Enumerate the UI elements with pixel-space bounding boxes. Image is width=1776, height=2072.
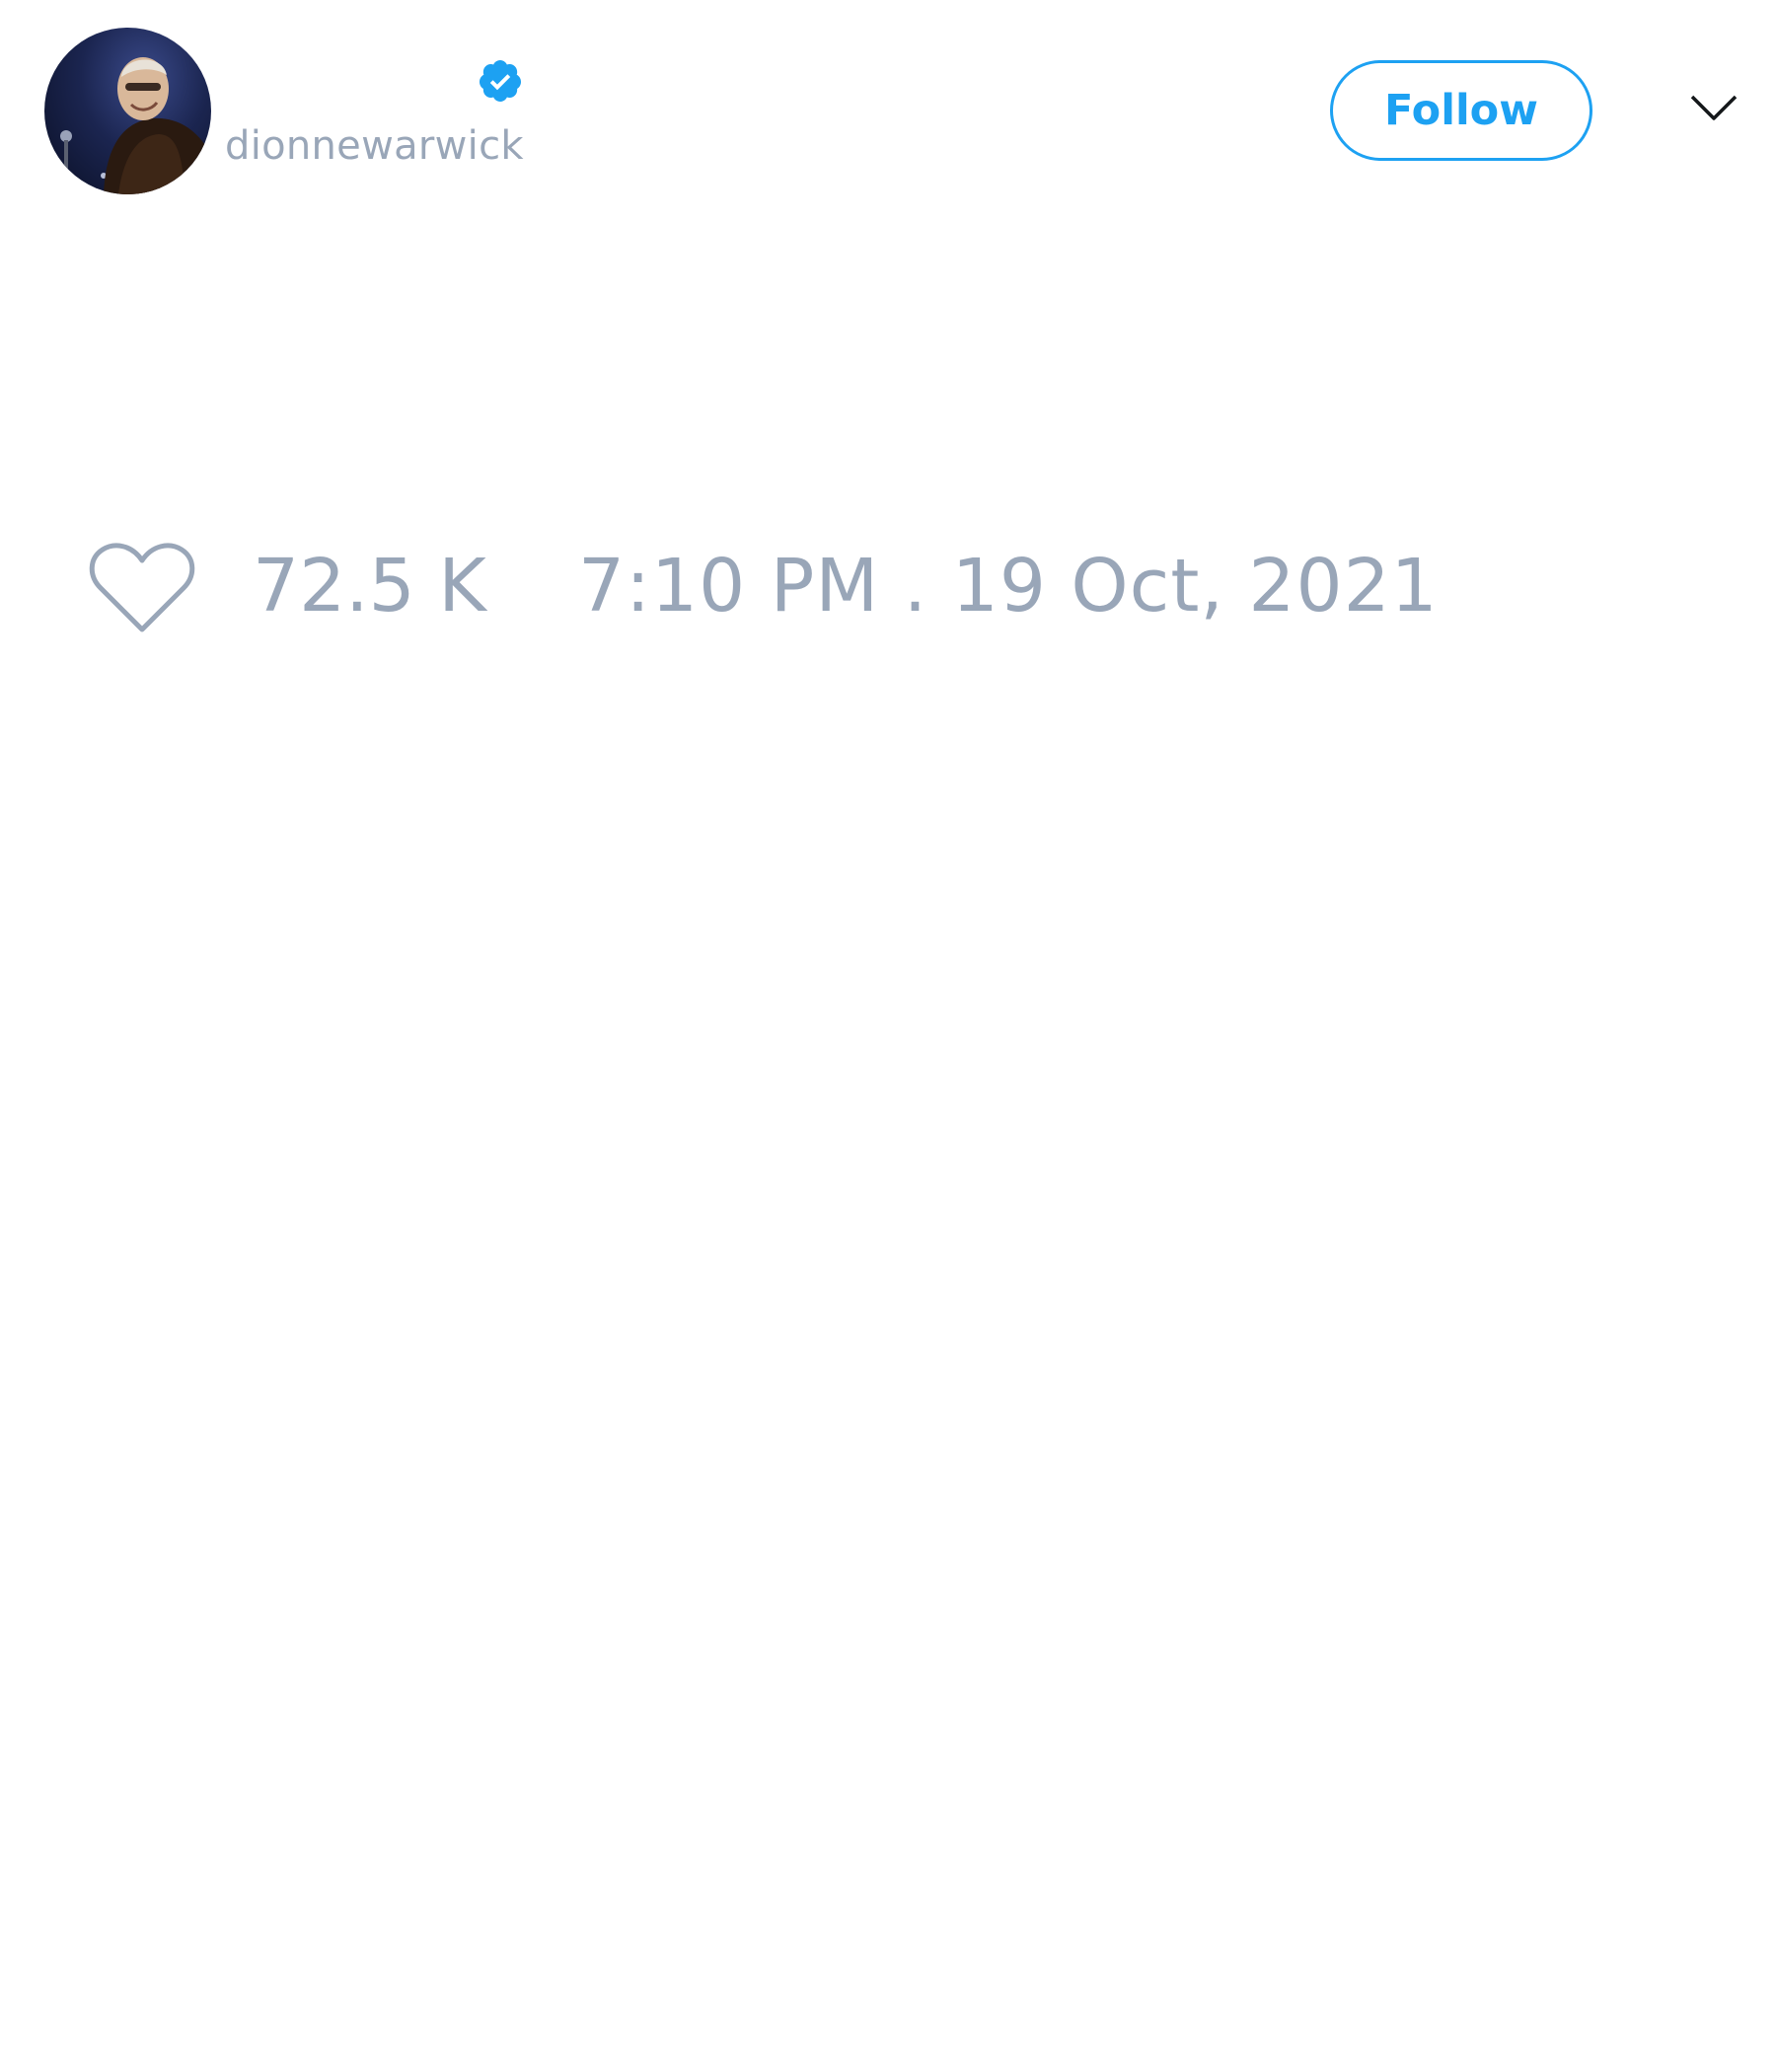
author-avatar[interactable] bbox=[44, 28, 211, 194]
tweet-timestamp[interactable]: 7:10 PM . 19 Oct, 2021 bbox=[578, 550, 1439, 623]
heart-outline-icon[interactable] bbox=[89, 541, 195, 635]
verified-badge-icon bbox=[479, 60, 521, 102]
chevron-down-icon[interactable] bbox=[1689, 91, 1739, 126]
follow-button[interactable]: Follow bbox=[1330, 60, 1592, 161]
avatar-image bbox=[60, 57, 211, 194]
author-handle[interactable]: dionnewarwick bbox=[225, 126, 524, 166]
like-count: 72.5 K bbox=[253, 544, 486, 629]
